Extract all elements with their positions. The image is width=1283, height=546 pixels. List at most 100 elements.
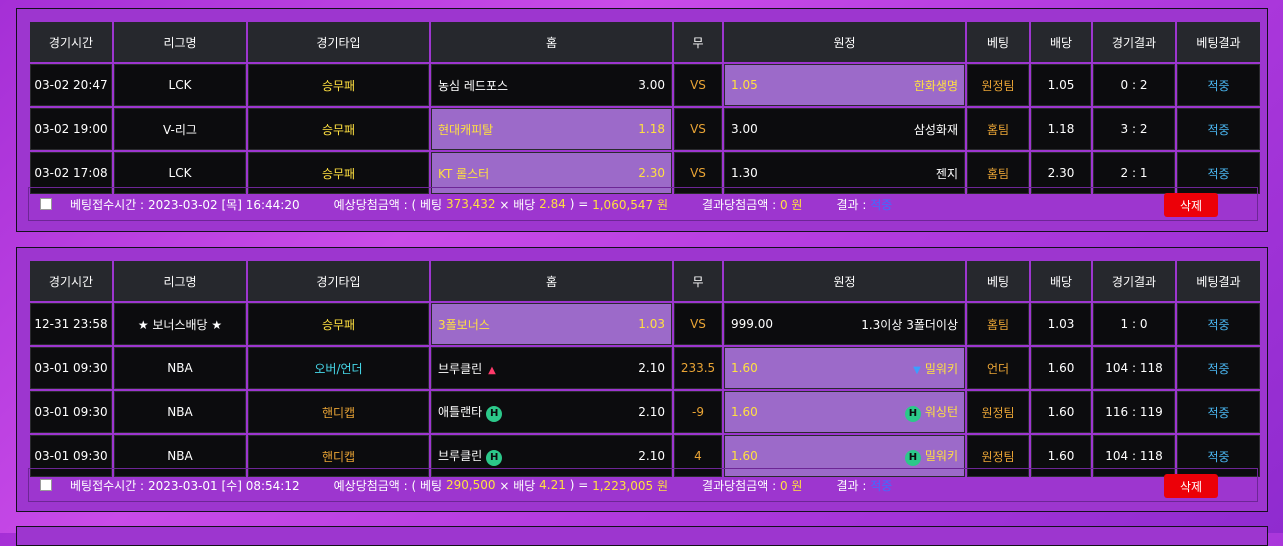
away-cell[interactable]: 999.00 1.3이상 3폴더이상 bbox=[724, 303, 965, 345]
header-draw: 무 bbox=[674, 22, 722, 62]
draw-cell[interactable]: -9 bbox=[674, 391, 722, 433]
table-row: 03-01 09:30 NBA 핸디캡 애틀랜타 H 2.10 -9 1.60 H 워싱… bbox=[30, 391, 1260, 433]
bet-choice: 원정팀 bbox=[967, 64, 1029, 106]
home-odds: 1.18 bbox=[638, 122, 665, 136]
total-odds: 4.21 bbox=[539, 478, 566, 492]
slip-checkbox[interactable] bbox=[40, 198, 52, 210]
home-odds: 3.00 bbox=[638, 78, 665, 92]
header-home: 홈 bbox=[431, 22, 672, 62]
draw-cell[interactable]: 233.5 bbox=[674, 347, 722, 389]
match-time: 12-31 23:58 bbox=[30, 303, 112, 345]
delete-button[interactable]: 삭제 bbox=[1164, 193, 1218, 217]
handicap-icon: H bbox=[904, 405, 921, 422]
draw-cell[interactable]: VS bbox=[674, 108, 722, 150]
home-odds: 2.30 bbox=[638, 166, 665, 180]
bet-time-value: 2023-03-01 [수] 08:54:12 bbox=[147, 478, 300, 493]
away-odds: 1.60 bbox=[731, 405, 758, 419]
game-type: 승무패 bbox=[248, 64, 429, 106]
delete-button[interactable]: 삭제 bbox=[1164, 474, 1218, 498]
home-cell[interactable]: 농심 레드포스 3.00 bbox=[431, 64, 672, 106]
times-label: × 배당 bbox=[499, 197, 536, 212]
win-value: 0 원 bbox=[779, 197, 803, 212]
table-header: 경기시간 리그명 경기타입 홈 무 원정 베팅 배당 경기결과 베팅결과 bbox=[30, 261, 1260, 301]
header-league: 리그명 bbox=[114, 22, 246, 62]
win-value: 0 원 bbox=[779, 478, 803, 493]
handicap-icon: H bbox=[904, 449, 921, 466]
match-score: 104 : 118 bbox=[1093, 347, 1175, 389]
home-team: KT 롤스터 bbox=[438, 166, 490, 181]
home-cell[interactable]: 3폴보너스 1.03 bbox=[431, 303, 672, 345]
slip-checkbox[interactable] bbox=[40, 479, 52, 491]
table-header: 경기시간 리그명 경기타입 홈 무 원정 베팅 배당 경기결과 베팅결과 bbox=[30, 22, 1260, 62]
times-label: × 배당 bbox=[499, 478, 536, 493]
home-odds: 1.03 bbox=[638, 317, 665, 331]
league-name: LCK bbox=[114, 64, 246, 106]
home-cell[interactable]: 브루클린 ▲ 2.10 bbox=[431, 347, 672, 389]
away-team: 젠지 bbox=[935, 166, 958, 181]
win-label: 결과당첨금액 : bbox=[702, 197, 777, 212]
match-time: 03-01 09:30 bbox=[30, 391, 112, 433]
away-team: 밀워키 bbox=[924, 361, 958, 376]
away-odds: 1.60 bbox=[731, 361, 758, 375]
draw-cell[interactable]: VS bbox=[674, 303, 722, 345]
header-time: 경기시간 bbox=[30, 261, 112, 301]
game-type: 승무패 bbox=[248, 108, 429, 150]
league-name: ★ 보너스배당 ★ bbox=[114, 303, 246, 345]
bet-odds: 1.05 bbox=[1031, 64, 1091, 106]
home-cell[interactable]: 현대캐피탈 1.18 bbox=[431, 108, 672, 150]
match-time: 03-01 09:30 bbox=[30, 347, 112, 389]
header-score: 경기결과 bbox=[1093, 261, 1175, 301]
match-score: 3 : 2 bbox=[1093, 108, 1175, 150]
header-type: 경기타입 bbox=[248, 261, 429, 301]
away-cell[interactable]: 1.05 한화생명 bbox=[724, 64, 965, 106]
result-label: 결과 : bbox=[836, 197, 867, 212]
header-odds: 배당 bbox=[1031, 261, 1091, 301]
away-cell[interactable]: 1.60 ▼ 밀워키 bbox=[724, 347, 965, 389]
away-team: 워싱턴 bbox=[924, 404, 958, 419]
home-team: 현대캐피탈 bbox=[438, 122, 494, 137]
away-odds: 1.60 bbox=[731, 449, 758, 463]
league-name: V-리그 bbox=[114, 108, 246, 150]
header-time: 경기시간 bbox=[30, 22, 112, 62]
header-type: 경기타입 bbox=[248, 22, 429, 62]
slip-footer: 베팅접수시간 : 2023-03-01 [수] 08:54:12 예상당첨금액 … bbox=[28, 468, 1258, 502]
header-odds: 배당 bbox=[1031, 22, 1091, 62]
header-bet: 베팅 bbox=[967, 22, 1029, 62]
home-team: 브루클린 bbox=[438, 361, 483, 376]
bet-slip-1: 경기시간 리그명 경기타입 홈 무 원정 베팅 배당 경기결과 베팅결과 03-… bbox=[16, 8, 1268, 232]
bet-time-label: 베팅접수시간 : bbox=[70, 478, 145, 493]
bet-choice: 홈팀 bbox=[967, 108, 1029, 150]
bet-odds: 1.60 bbox=[1031, 347, 1091, 389]
total-odds: 2.84 bbox=[539, 197, 566, 211]
bet-amount: 290,500 bbox=[445, 478, 496, 492]
home-odds: 2.10 bbox=[638, 361, 665, 375]
equals-label: ) = bbox=[569, 478, 589, 492]
away-odds: 999.00 bbox=[731, 317, 773, 331]
away-odds: 1.30 bbox=[731, 166, 758, 180]
bet-time-value: 2023-03-02 [목] 16:44:20 bbox=[147, 197, 300, 212]
bet-choice: 홈팀 bbox=[967, 303, 1029, 345]
match-score: 1 : 0 bbox=[1093, 303, 1175, 345]
home-odds: 2.10 bbox=[638, 449, 665, 463]
bet-odds: 1.18 bbox=[1031, 108, 1091, 150]
header-away: 원정 bbox=[724, 261, 965, 301]
result-value: 적중 bbox=[870, 197, 893, 212]
draw-cell[interactable]: VS bbox=[674, 64, 722, 106]
bet-result: 적중 bbox=[1177, 391, 1260, 433]
home-team: 3폴보너스 bbox=[438, 317, 490, 332]
home-team: 농심 레드포스 bbox=[438, 78, 509, 93]
table-row: 03-02 19:00 V-리그 승무패 현대캐피탈 1.18 VS 3.00 삼성… bbox=[30, 108, 1260, 150]
away-team: 삼성화재 bbox=[913, 122, 958, 137]
away-cell[interactable]: 1.60 H 워싱턴 bbox=[724, 391, 965, 433]
away-cell[interactable]: 3.00 삼성화재 bbox=[724, 108, 965, 150]
home-odds: 2.10 bbox=[638, 405, 665, 419]
home-cell[interactable]: 애틀랜타 H 2.10 bbox=[431, 391, 672, 433]
bet-slip-2: 경기시간 리그명 경기타입 홈 무 원정 베팅 배당 경기결과 베팅결과 12-… bbox=[16, 247, 1268, 512]
away-team: 1.3이상 3폴더이상 bbox=[861, 317, 958, 332]
header-bet: 베팅 bbox=[967, 261, 1029, 301]
equals-label: ) = bbox=[569, 197, 589, 211]
bet-choice: 언더 bbox=[967, 347, 1029, 389]
expected-label: 예상당첨금액 : ( 베팅 bbox=[333, 197, 443, 212]
expected-label: 예상당첨금액 : ( 베팅 bbox=[333, 478, 443, 493]
up-arrow-icon: ▲ bbox=[488, 364, 496, 376]
